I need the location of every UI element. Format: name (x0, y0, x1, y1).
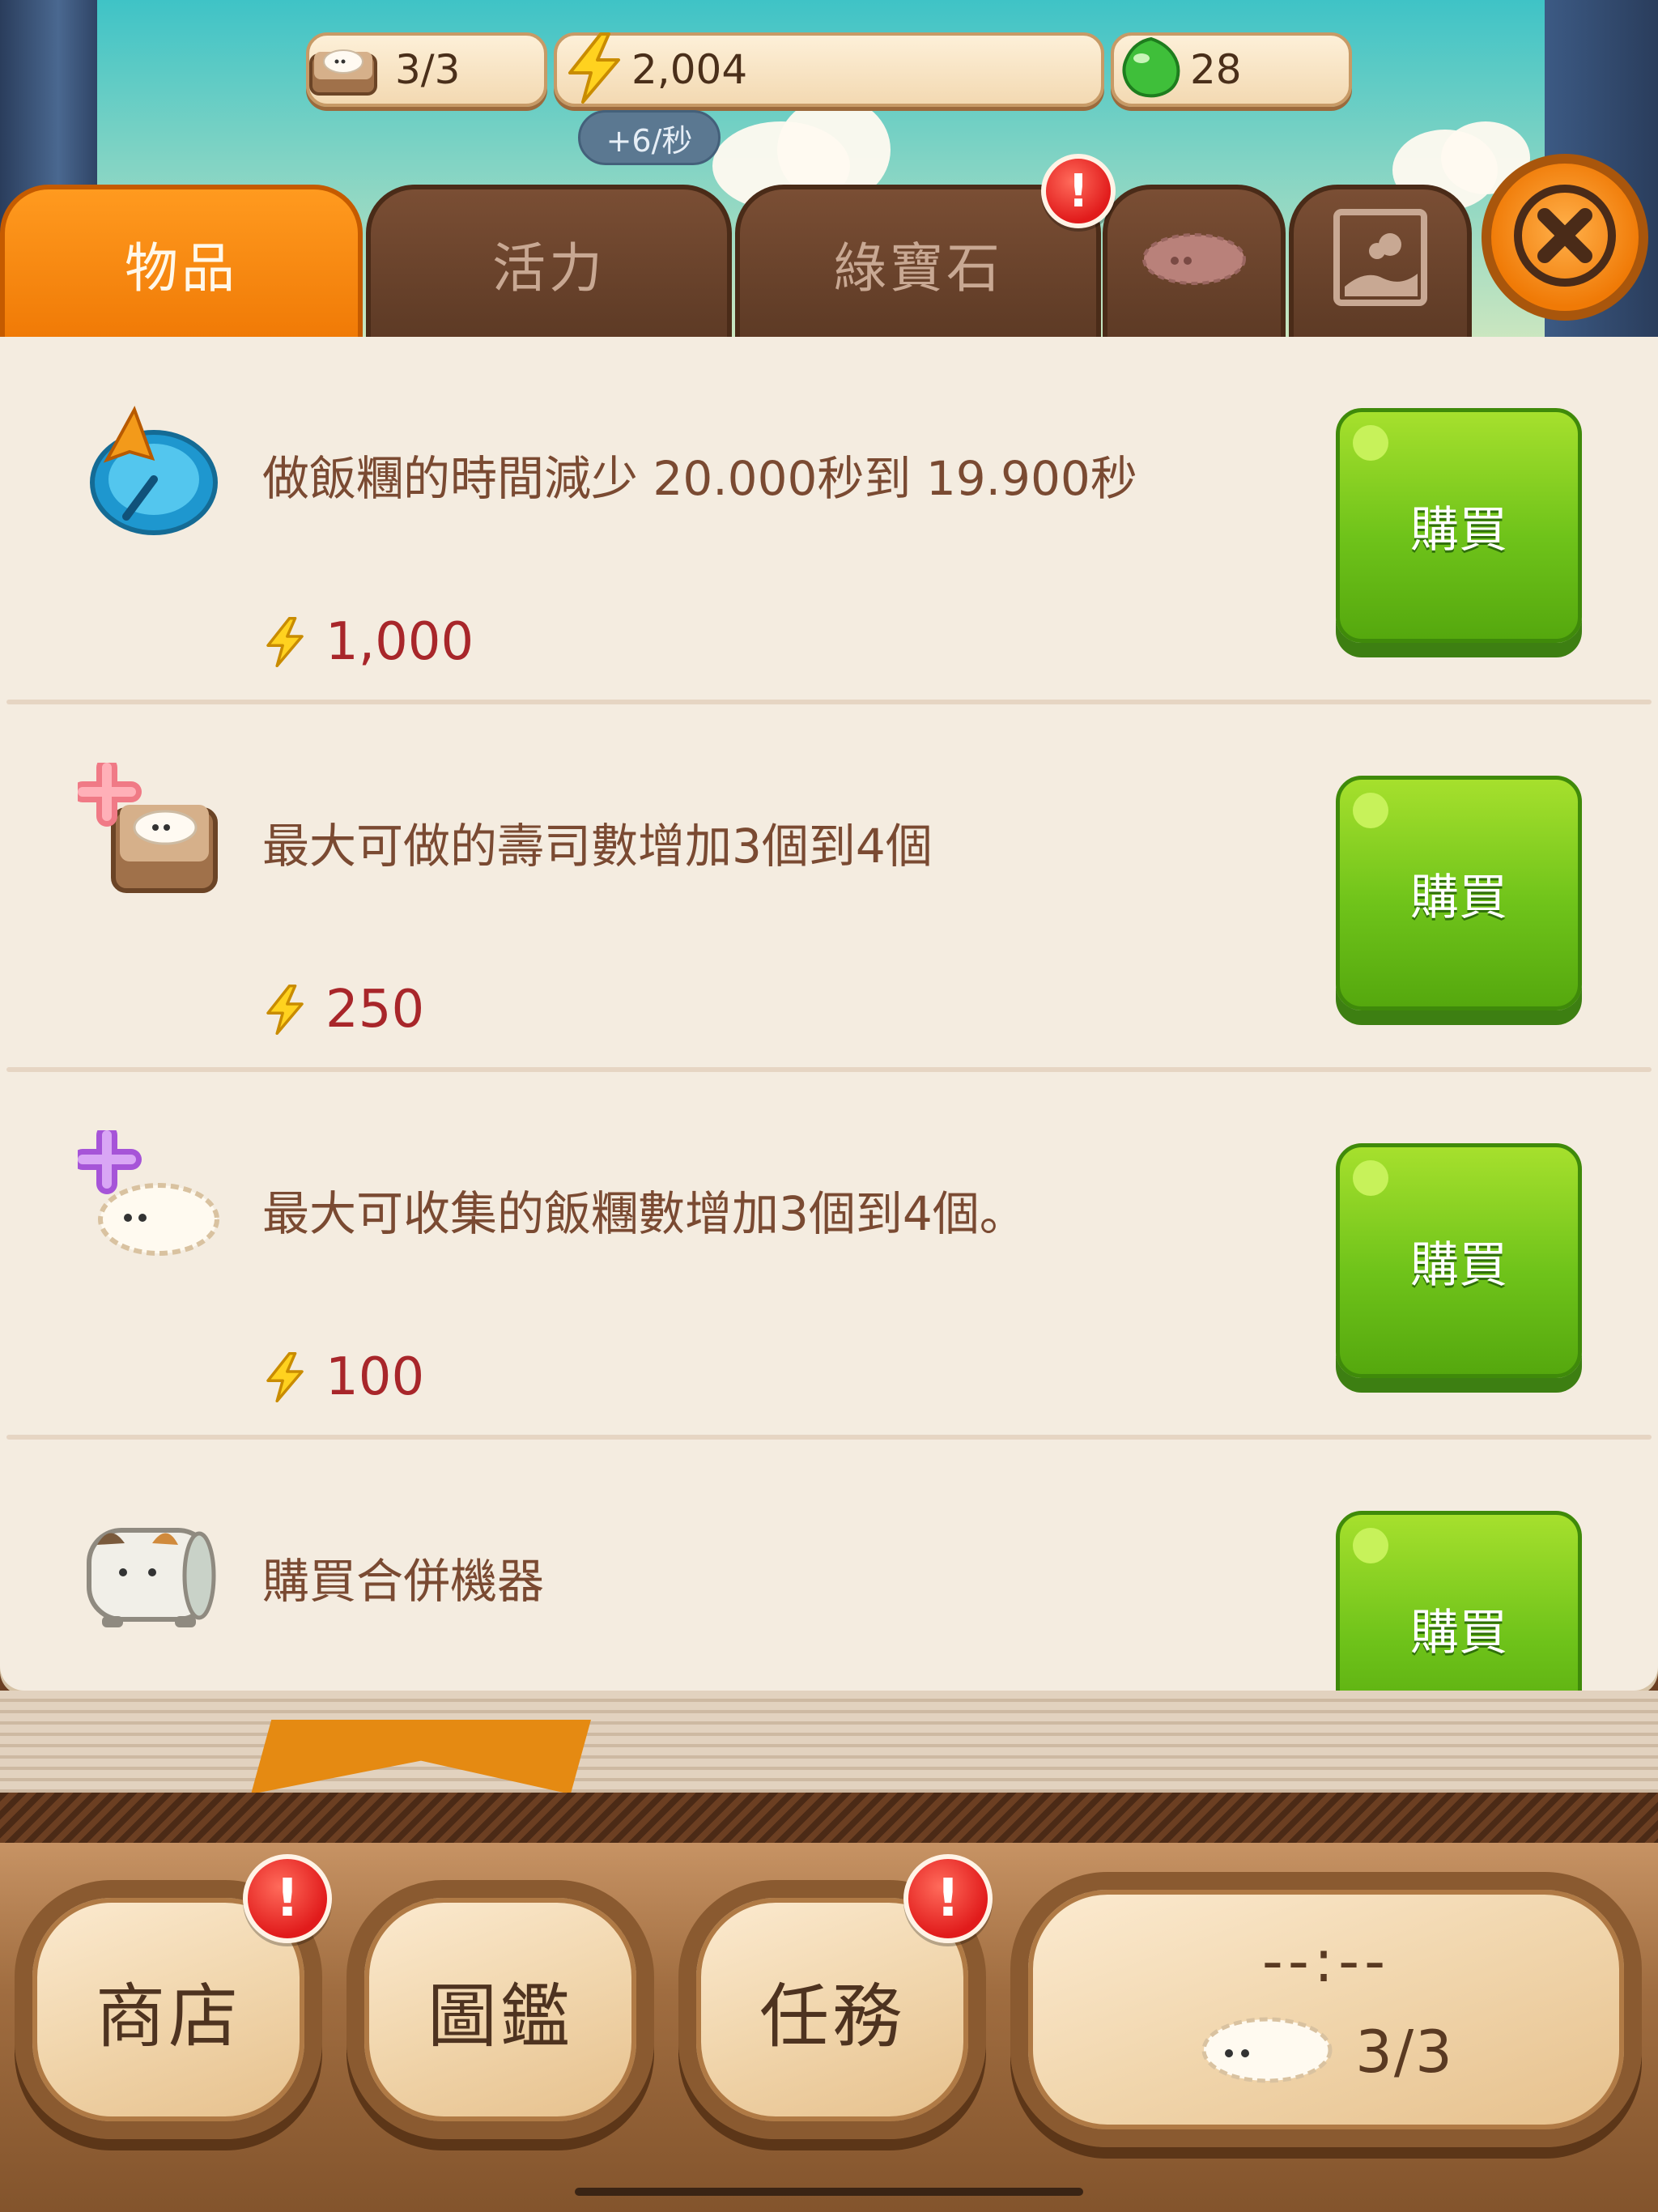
cat-machine-icon (78, 1498, 223, 1644)
energy-value: 2,004 (631, 46, 748, 93)
buy-button[interactable]: 購買 (1336, 1143, 1582, 1378)
close-icon (1512, 183, 1618, 291)
item-description: 最大可做的壽司數增加3個到4個 (262, 819, 933, 874)
item-description: 做飯糰的時間減少 20.000秒到 19.900秒 (262, 451, 1137, 506)
buy-button-label: 購買 (1410, 1236, 1507, 1294)
rice-count-value: 3/3 (1355, 2018, 1454, 2086)
catalog-button[interactable]: 圖鑑 (346, 1880, 654, 2139)
clock-compass-icon (78, 395, 223, 541)
item-price-value: 100 (325, 1347, 425, 1407)
tasks-button-label: 任務 (759, 1976, 905, 2057)
energy-counter: 2,004 (554, 32, 1104, 107)
rice-counter: 3/3 (1198, 2011, 1454, 2092)
tab-items-label: 物品 (125, 237, 238, 300)
sushi-board-icon (306, 31, 380, 108)
gem-counter: 28 (1111, 32, 1352, 107)
list-item: 做飯糰的時間減少 20.000秒到 19.900秒 1,000 購買 (0, 337, 1658, 704)
tab-emerald-alert-badge: ! (1041, 154, 1116, 228)
sushi-capacity-counter: 3/3 (306, 32, 547, 107)
lightning-icon (266, 985, 304, 1035)
energy-rate-pill: +6/秒 (578, 110, 721, 165)
book-spine (0, 1793, 1658, 1843)
tab-items[interactable]: 物品 (0, 185, 363, 338)
sushi-tab-icon (1137, 225, 1251, 303)
gem-value: 28 (1190, 46, 1242, 93)
item-price: 1,000 (262, 612, 474, 672)
buy-button[interactable]: 購買 (1336, 408, 1582, 643)
plus-sushi-board-icon (72, 757, 223, 908)
list-item: 購買合併機器 購買 (0, 1440, 1658, 1691)
item-description: 最大可收集的飯糰數增加3個到4個。 (262, 1186, 1027, 1241)
lightning-icon (266, 617, 304, 667)
energy-rate-text: +6/秒 (606, 122, 693, 159)
list-item: 最大可收集的飯糰數增加3個到4個。 100 購買 (0, 1072, 1658, 1440)
shop-button-label: 商店 (96, 1976, 241, 2057)
catalog-button-label: 圖鑑 (427, 1976, 573, 2057)
lightning-icon (562, 32, 627, 107)
tab-picture[interactable] (1289, 185, 1472, 338)
book-pages (0, 1691, 1658, 1796)
tab-energy[interactable]: 活力 (366, 185, 732, 338)
buy-button[interactable]: 購買 (1336, 776, 1582, 1010)
alert-exclamation: ! (275, 1869, 300, 1929)
collect-timer: --:-- (1261, 1927, 1391, 1995)
tasks-alert-badge: ! (903, 1854, 993, 1943)
buy-button[interactable]: 購買 (1336, 1511, 1582, 1691)
green-gem-icon (1117, 34, 1185, 105)
home-indicator[interactable] (575, 2188, 1083, 2196)
tab-emerald-label: 綠寶石 (833, 237, 1003, 300)
close-button[interactable] (1482, 154, 1648, 321)
alert-exclamation: ! (1068, 164, 1089, 218)
rice-ball-icon (1198, 2011, 1336, 2092)
alert-exclamation: ! (936, 1869, 960, 1929)
item-price-value: 250 (325, 980, 425, 1040)
buy-button-label: 購買 (1410, 1604, 1507, 1661)
item-price: 250 (262, 980, 424, 1040)
sushi-capacity-value: 3/3 (395, 46, 461, 93)
tab-energy-label: 活力 (492, 237, 606, 300)
picture-frame-icon (1333, 209, 1427, 319)
plus-rice-ball-icon (72, 1125, 223, 1276)
buy-button-label: 購買 (1410, 501, 1507, 559)
lightning-icon (266, 1352, 304, 1402)
rice-collector-panel[interactable]: --:-- 3/3 (1010, 1872, 1642, 2147)
buy-button-label: 購買 (1410, 869, 1507, 926)
list-item: 最大可做的壽司數增加3個到4個 250 購買 (0, 704, 1658, 1072)
item-description: 購買合併機器 (262, 1554, 545, 1609)
shop-item-list[interactable]: 做飯糰的時間減少 20.000秒到 19.900秒 1,000 購買 最大可做的… (0, 337, 1658, 1691)
item-price-value: 1,000 (325, 612, 474, 672)
tab-sushi[interactable] (1103, 185, 1286, 338)
shop-alert-badge: ! (243, 1854, 332, 1943)
item-price: 100 (262, 1347, 424, 1407)
